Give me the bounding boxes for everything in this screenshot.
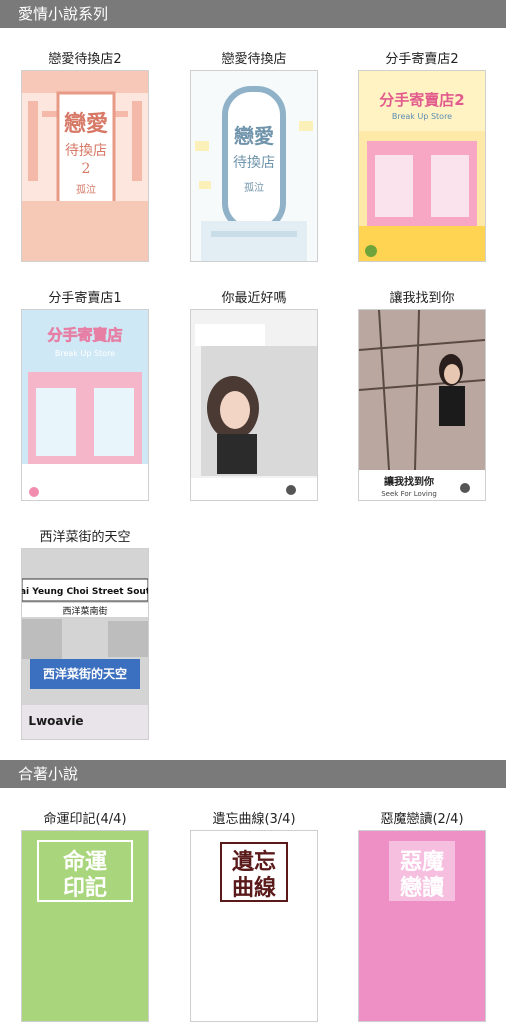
- book-cover[interactable]: 命運 印記: [21, 830, 149, 1022]
- cover-text: Break Up Store: [55, 349, 115, 358]
- book-cover[interactable]: 惡魔 戀讀: [358, 830, 486, 1022]
- book-item[interactable]: 分手寄賣店1 分手寄賣店 Break Up Store: [21, 289, 149, 501]
- book-cover[interactable]: 遺忘 曲線: [190, 830, 318, 1022]
- book-item[interactable]: 讓我找到你 讓我找到你 Seek For Loving: [358, 289, 486, 501]
- book-item[interactable]: 命運印記(4/4) 命運 印記: [21, 810, 149, 1022]
- cover-text: Break Up Store: [392, 112, 452, 121]
- book-title: 戀愛待換店: [221, 52, 287, 67]
- cover-text: 曲線: [232, 875, 276, 901]
- book-item[interactable]: 西洋菜街的天空 Sai Yeung Choi Street South 西洋菜南…: [21, 528, 149, 740]
- cover-text: 戀讀: [400, 875, 444, 901]
- book-item[interactable]: 惡魔戀讀(2/4) 惡魔 戀讀: [358, 810, 486, 1022]
- book-title: 讓我找到你: [389, 291, 455, 306]
- book-cover[interactable]: Sai Yeung Choi Street South 西洋菜南街 西洋菜街的天…: [21, 548, 149, 740]
- book-title: 西洋菜街的天空: [39, 530, 131, 545]
- book-item[interactable]: 戀愛待換店 戀愛 待換店 孤泣: [190, 50, 318, 262]
- cover-text: 戀愛: [234, 124, 274, 148]
- book-cover[interactable]: 戀愛 待換店 2 孤泣: [21, 70, 149, 262]
- cover-text: Sai Yeung Choi Street South: [22, 587, 148, 597]
- book-item[interactable]: 你最近好嗎: [190, 289, 318, 501]
- cover-text: 孤泣: [244, 181, 264, 194]
- cover-text: 印記: [63, 875, 107, 901]
- book-title: 命運印記(4/4): [43, 812, 127, 827]
- cover-text: 遺忘: [232, 849, 276, 875]
- cover-text: 命運: [63, 849, 107, 875]
- book-item[interactable]: 戀愛待換店2 戀愛 待換店 2 孤泣: [21, 50, 149, 262]
- book-title: 戀愛待換店2: [48, 52, 122, 67]
- cover-text: 讓我找到你: [384, 475, 434, 488]
- book-item[interactable]: 遺忘曲線(3/4) 遺忘 曲線: [190, 810, 318, 1022]
- cover-text: 待換店: [233, 155, 275, 171]
- cover-text: 2: [82, 161, 91, 177]
- cover-text: 西洋菜街的天空: [43, 666, 127, 681]
- cover-text: Seek For Loving: [381, 490, 437, 498]
- cover-text: 惡魔: [400, 849, 444, 875]
- section-header-coauthored: 合著小說: [0, 760, 506, 788]
- book-item[interactable]: 分手寄賣店2 分手寄賣店2 Break Up Store: [358, 50, 486, 262]
- book-title: 分手寄賣店1: [48, 291, 122, 306]
- cover-text: 孤泣: [76, 183, 96, 196]
- cover-text: Lwoavie: [28, 714, 83, 728]
- book-cover[interactable]: 讓我找到你 Seek For Loving: [358, 309, 486, 501]
- book-title: 遺忘曲線(3/4): [212, 812, 296, 827]
- cover-text: 分手寄賣店2: [379, 91, 464, 109]
- book-cover[interactable]: 分手寄賣店 Break Up Store: [21, 309, 149, 501]
- book-title: 分手寄賣店2: [385, 52, 459, 67]
- cover-text: 西洋菜南街: [62, 605, 107, 617]
- book-cover[interactable]: 戀愛 待換店 孤泣: [190, 70, 318, 262]
- cover-text: 戀愛: [64, 111, 108, 137]
- cover-text: 分手寄賣店: [47, 326, 122, 344]
- book-cover[interactable]: [190, 309, 318, 501]
- book-cover[interactable]: 分手寄賣店2 Break Up Store: [358, 70, 486, 262]
- section-header-romance: 愛情小說系列: [0, 0, 506, 28]
- book-title: 你最近好嗎: [221, 291, 287, 306]
- cover-text: 待換店: [65, 143, 107, 159]
- book-title: 惡魔戀讀(2/4): [380, 812, 464, 827]
